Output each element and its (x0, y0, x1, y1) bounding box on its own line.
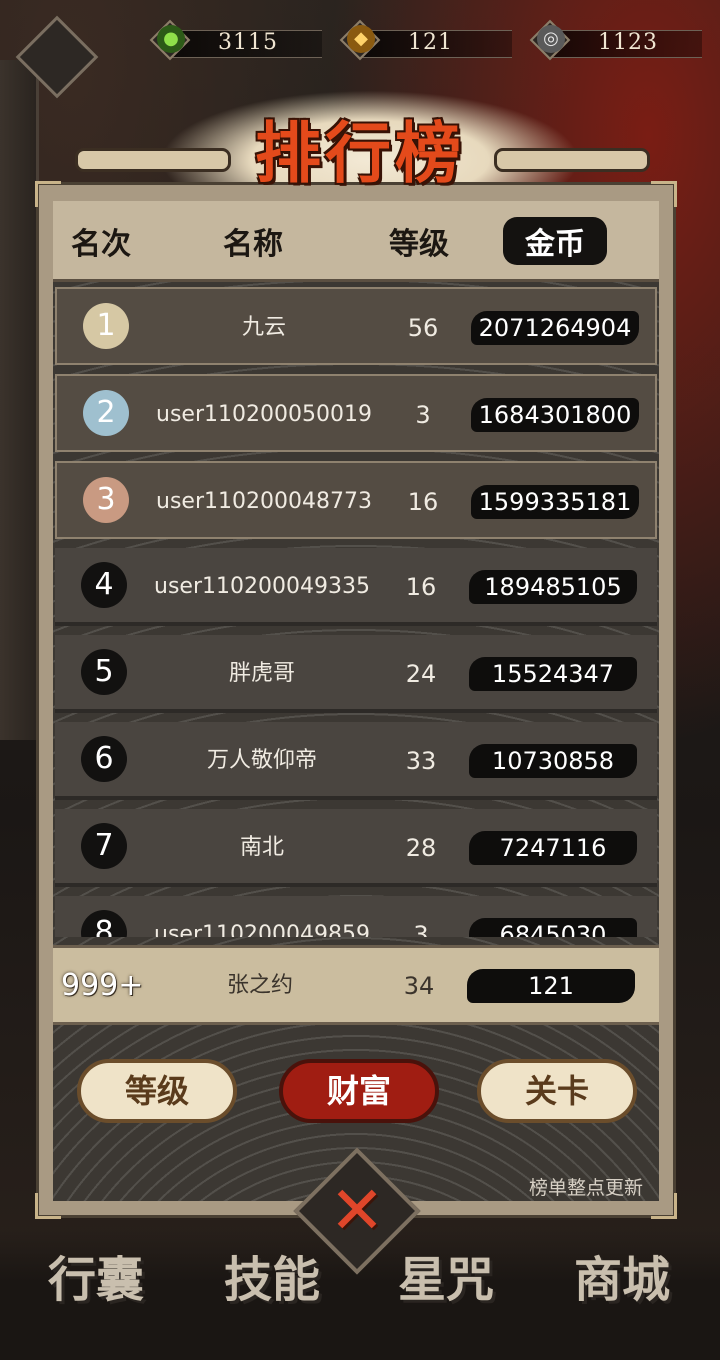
player-name: user110200048773 (156, 489, 372, 514)
column-level: 等级 (389, 227, 449, 262)
ranking-row: 5 胖虎哥 24 15524347 (55, 635, 657, 713)
rank-badge: 2 (83, 390, 129, 436)
my-rank: 999+ (61, 968, 144, 1003)
ranking-row: 2 user110200050019 3 1684301800 (55, 374, 657, 452)
player-gold: 189485105 (469, 570, 637, 604)
column-gold: 金币 (503, 217, 607, 265)
silver-value: 1123 (598, 30, 658, 55)
player-name: user110200050019 (156, 402, 372, 427)
my-gold: 121 (467, 969, 635, 1003)
player-name: user110200049335 (154, 574, 370, 599)
player-level: 3 (413, 921, 429, 937)
jade-value: 3115 (218, 30, 278, 55)
close-icon: ✕ (329, 1172, 385, 1249)
ranking-row: 6 万人敬仰帝 33 10730858 (55, 722, 657, 800)
jade-orb-icon: ● (157, 25, 185, 53)
player-name: 南北 (239, 835, 284, 860)
panel-content: 名次 名称 等级 金币 1 九云 56 2071264904 2 user110… (53, 201, 659, 1201)
page-title: 排行榜 (255, 114, 465, 192)
rank-badge: 5 (81, 649, 127, 695)
player-gold: 15524347 (469, 657, 637, 691)
tab-stage[interactable]: 关卡 (477, 1059, 637, 1123)
ranking-row: 1 九云 56 2071264904 (55, 287, 657, 365)
ranking-row: 4 user110200049335 16 189485105 (55, 548, 657, 626)
column-header-row: 名次 名称 等级 金币 (53, 201, 659, 282)
column-name: 名称 (223, 227, 283, 262)
player-level: 28 (405, 834, 437, 862)
player-gold: 1599335181 (471, 485, 639, 519)
ranking-row: 3 user110200048773 16 1599335181 (55, 461, 657, 539)
tab-level[interactable]: 等级 (77, 1059, 237, 1123)
player-level: 56 (407, 314, 439, 342)
player-gold: 2071264904 (471, 311, 639, 345)
ranking-row: 7 南北 28 7247116 (55, 809, 657, 887)
gold-value: 121 (408, 30, 453, 55)
player-level: 24 (405, 660, 437, 688)
update-note: 榜单整点更新 (528, 1177, 643, 1199)
player-gold: 10730858 (469, 744, 637, 778)
player-level: 16 (405, 573, 437, 601)
rank-badge: 4 (81, 562, 127, 608)
ranking-list[interactable]: 1 九云 56 2071264904 2 user110200050019 3 … (53, 287, 659, 937)
player-level: 33 (405, 747, 437, 775)
player-gold: 6845030 (469, 918, 637, 937)
column-rank: 名次 (71, 227, 131, 262)
player-name: 万人敬仰帝 (206, 748, 317, 773)
nav-bag[interactable]: 行囊 (48, 1240, 144, 1310)
player-gold: 7247116 (469, 831, 637, 865)
rank-badge: 6 (81, 736, 127, 782)
my-name: 张之约 (226, 973, 293, 998)
leaderboard-panel: 名次 名称 等级 金币 1 九云 56 2071264904 2 user110… (35, 181, 677, 1219)
currency-bar: ● 3115 ◆ 121 ◎ 1123 (149, 14, 720, 68)
rank-badge: 1 (83, 303, 129, 349)
player-name: 九云 (241, 315, 286, 340)
tab-wealth[interactable]: 财富 (279, 1059, 439, 1123)
my-level: 34 (403, 972, 435, 1000)
gold-coin-icon: ◆ (347, 25, 375, 53)
silver-coin-icon: ◎ (537, 25, 565, 53)
player-level: 16 (407, 488, 439, 516)
player-gold: 1684301800 (471, 398, 639, 432)
nav-spells[interactable]: 星咒 (398, 1240, 494, 1310)
player-name: 胖虎哥 (228, 661, 295, 686)
my-ranking-row: 999+ 张之约 34 121 (53, 945, 659, 1025)
player-name: user110200049859 (154, 922, 370, 937)
close-button[interactable]: ✕ (293, 1147, 421, 1275)
rank-badge: 7 (81, 823, 127, 869)
nav-shop[interactable]: 商城 (574, 1240, 670, 1310)
ranking-row: 8 user110200049859 3 6845030 (55, 896, 657, 937)
player-level: 3 (415, 401, 431, 429)
rank-badge: 8 (81, 910, 127, 937)
rank-badge: 3 (83, 477, 129, 523)
